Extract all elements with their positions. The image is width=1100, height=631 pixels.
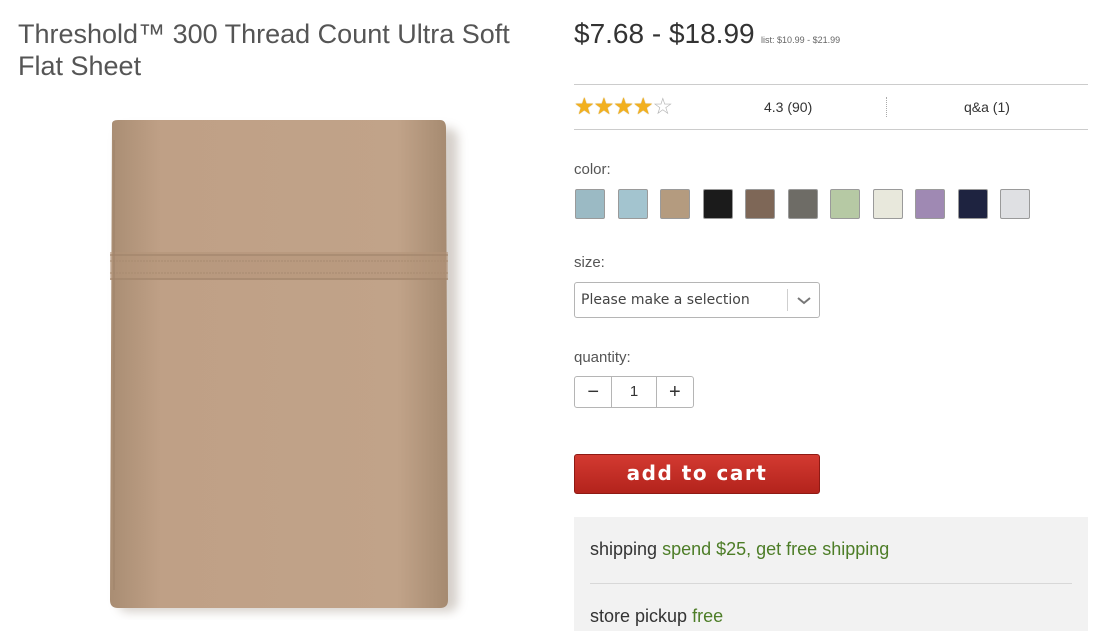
size-select[interactable]: Please make a selection bbox=[574, 282, 820, 318]
store-pickup-row: store pickup free bbox=[590, 606, 723, 627]
color-swatch[interactable] bbox=[787, 189, 818, 219]
star-filled-icon: ★ bbox=[574, 93, 595, 119]
shipping-row: shipping spend $25, get free shipping bbox=[590, 539, 889, 560]
quantity-increase-button[interactable]: + bbox=[657, 377, 693, 407]
color-swatch[interactable] bbox=[660, 189, 690, 219]
price-range: $7.68 - $18.99 bbox=[574, 18, 755, 49]
shipping-label: shipping bbox=[590, 539, 658, 559]
quantity-label: quantity: bbox=[574, 349, 631, 366]
product-image bbox=[110, 120, 458, 612]
rating-count-link[interactable]: 4.3 (90) bbox=[764, 99, 812, 115]
color-swatch[interactable] bbox=[702, 189, 733, 219]
pickup-value: free bbox=[692, 606, 724, 626]
product-title: Threshold™ 300 Thread Count Ultra Soft F… bbox=[18, 19, 510, 81]
price-row: $7.68 - $18.99 list: $10.99 - $21.99 bbox=[574, 18, 840, 50]
divider bbox=[787, 289, 788, 311]
rating-stars[interactable]: ★★★★☆ bbox=[574, 93, 674, 119]
color-swatches bbox=[575, 189, 1043, 219]
star-empty-icon: ☆ bbox=[652, 93, 674, 119]
size-select-value: Please make a selection bbox=[581, 292, 750, 308]
color-swatch[interactable] bbox=[957, 189, 988, 219]
add-to-cart-button[interactable]: add to cart bbox=[574, 454, 820, 494]
star-filled-icon: ★ bbox=[632, 93, 654, 119]
divider bbox=[886, 97, 887, 117]
pickup-label: store pickup bbox=[590, 606, 688, 626]
quantity-input[interactable]: 1 bbox=[611, 377, 657, 407]
quantity-decrease-button[interactable]: − bbox=[575, 377, 611, 407]
color-swatch[interactable] bbox=[617, 189, 648, 219]
color-swatch[interactable] bbox=[575, 189, 605, 219]
color-swatch[interactable] bbox=[915, 189, 945, 219]
qa-link[interactable]: q&a (1) bbox=[964, 99, 1010, 115]
rating-bar: ★★★★☆ 4.3 (90) q&a (1) bbox=[574, 84, 1088, 130]
color-label: color: bbox=[574, 161, 611, 178]
color-swatch[interactable] bbox=[745, 189, 775, 219]
fulfillment-info: shipping spend $25, get free shipping st… bbox=[574, 517, 1088, 631]
color-swatch[interactable] bbox=[1000, 189, 1030, 219]
star-filled-icon: ★ bbox=[613, 93, 634, 119]
list-price: list: $10.99 - $21.99 bbox=[761, 35, 841, 45]
color-swatch[interactable] bbox=[830, 189, 860, 219]
size-label: size: bbox=[574, 254, 605, 271]
quantity-stepper: − 1 + bbox=[574, 376, 694, 408]
star-filled-icon: ★ bbox=[593, 93, 615, 119]
divider bbox=[590, 583, 1072, 584]
shipping-offer: spend $25, get free shipping bbox=[662, 539, 890, 559]
color-swatch[interactable] bbox=[872, 189, 903, 219]
chevron-down-icon bbox=[797, 297, 811, 305]
